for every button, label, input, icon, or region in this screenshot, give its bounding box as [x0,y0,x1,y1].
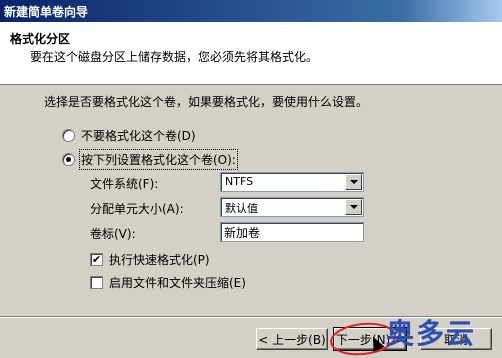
radio-format-label: 按下列设置格式化这个卷(O): [79,149,238,170]
quick-format-option[interactable]: ✔ 执行快速格式化(P) [90,251,210,268]
wizard-header: 格式化分区 要在这个磁盘分区上储存数据，您必须先将其格式化。 [0,22,502,85]
allocation-label: 分配单元大小(A): [90,202,184,216]
watermark-logo: 奥多云 [386,317,477,350]
radio-no-format-button[interactable] [62,129,75,142]
quick-format-checkbox[interactable]: ✔ [90,253,103,266]
radio-format[interactable]: 按下列设置格式化这个卷(O): [62,149,238,170]
page-subtitle: 要在这个磁盘分区上储存数据，您必须先将其格式化。 [30,50,319,64]
compression-label: 启用文件和文件夹压缩(E) [109,276,246,290]
filesystem-label: 文件系统(F): [90,177,159,191]
allocation-value: 默认值 [225,202,258,215]
window-titlebar: 新建简单卷向导 [0,0,502,22]
volume-label-field[interactable] [220,222,364,242]
compression-checkbox[interactable] [90,276,103,289]
radio-no-format-label: 不要格式化这个卷(D) [81,129,196,143]
quick-format-label: 执行快速格式化(P) [109,253,210,267]
window-title: 新建简单卷向导 [4,5,89,19]
wizard-content: 选择是否要格式化这个卷，如果要格式化，要使用什么设置。 不要格式化这个卷(D) … [0,85,502,315]
radio-format-button[interactable] [62,153,75,166]
volume-label-label: 卷标(V): [90,227,136,241]
back-button[interactable]: < 上一步(B) [256,328,328,350]
volume-label-input[interactable] [224,225,358,239]
compression-option[interactable]: 启用文件和文件夹压缩(E) [90,274,246,291]
page-title: 格式化分区 [10,32,71,46]
dropdown-arrow-icon[interactable] [345,199,362,215]
allocation-select[interactable]: 默认值 [220,197,364,217]
dropdown-arrow-icon[interactable] [345,174,362,190]
radio-no-format[interactable]: 不要格式化这个卷(D) [62,127,196,144]
filesystem-select[interactable]: NTFS [220,172,364,192]
filesystem-value: NTFS [225,175,254,188]
question-text: 选择是否要格式化这个卷，如果要格式化，要使用什么设置。 [44,95,369,109]
